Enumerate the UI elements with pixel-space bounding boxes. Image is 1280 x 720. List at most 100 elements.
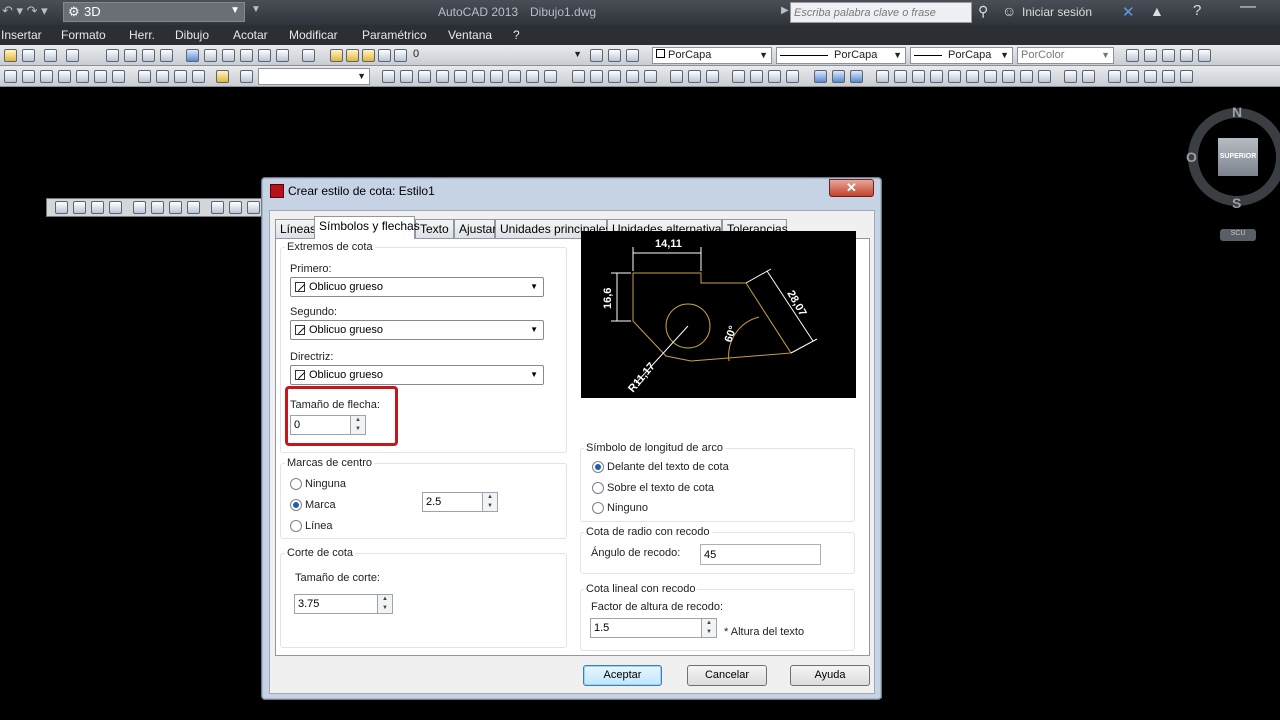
second-arrow-dropdown[interactable]: Oblicuo grueso ▼	[290, 320, 544, 340]
properties-icon[interactable]	[186, 49, 199, 62]
view-se-iso-icon[interactable]	[1002, 70, 1015, 83]
lock-icon[interactable]	[378, 49, 391, 62]
design-center-icon[interactable]	[204, 49, 217, 62]
leader-arrow-dropdown[interactable]: Oblicuo grueso ▼	[290, 365, 544, 385]
diameter-dim-icon[interactable]	[169, 201, 182, 214]
ordinate-dim-icon[interactable]	[109, 201, 122, 214]
region-icon[interactable]	[544, 70, 557, 83]
menu-modificar[interactable]: Modificar	[289, 28, 338, 42]
ellipse-icon[interactable]	[490, 70, 503, 83]
arc-above-radio[interactable]	[592, 482, 604, 494]
gradient-icon[interactable]	[526, 70, 539, 83]
aligned-dim-icon[interactable]	[73, 201, 86, 214]
baseline-dim-icon[interactable]	[229, 201, 242, 214]
visual-style-wireframe-icon[interactable]	[814, 70, 827, 83]
pan-icon[interactable]	[106, 49, 119, 62]
line-icon[interactable]	[382, 70, 395, 83]
first-arrow-dropdown[interactable]: Oblicuo grueso ▼	[290, 277, 544, 297]
array-icon[interactable]	[644, 70, 657, 83]
orbit-icon[interactable]	[732, 70, 745, 83]
menu-dibujo[interactable]: Dibujo	[175, 28, 209, 42]
offset-faces-icon[interactable]	[1162, 70, 1175, 83]
hatch-icon[interactable]	[508, 70, 521, 83]
compass-north[interactable]: N	[1232, 104, 1242, 120]
shell-icon[interactable]	[1180, 70, 1193, 83]
copy-icon[interactable]	[590, 70, 603, 83]
spin-arrows-icon[interactable]: ▲ ▼	[482, 492, 498, 512]
sweep-icon[interactable]	[174, 70, 187, 83]
cone-icon[interactable]	[58, 70, 71, 83]
exchange-icon[interactable]: ✕	[1122, 3, 1135, 21]
binoculars-icon[interactable]: ⚲	[978, 3, 988, 20]
menu-acotar[interactable]: Acotar	[233, 28, 268, 42]
mirror-icon[interactable]	[608, 70, 621, 83]
menu-parametrico[interactable]: Paramétrico	[362, 28, 427, 42]
menu-ventana[interactable]: Ventana	[448, 28, 492, 42]
radius-dim-icon[interactable]	[133, 201, 146, 214]
search-input[interactable]: Escriba palabra clave o frase	[790, 2, 972, 23]
tab-ajustar[interactable]: Ajustar	[454, 219, 496, 238]
quickcalc-icon[interactable]	[276, 49, 289, 62]
autodesk-360-icon[interactable]: ▲	[1150, 3, 1164, 19]
camera-icon[interactable]	[1180, 49, 1193, 62]
spin-arrows-icon[interactable]: ▲ ▼	[701, 618, 717, 638]
circle-icon[interactable]	[454, 70, 467, 83]
continue-dim-icon[interactable]	[247, 201, 260, 214]
move-icon[interactable]	[572, 70, 585, 83]
center-mark-radio[interactable]	[290, 499, 302, 511]
layer-properties-icon[interactable]	[330, 49, 343, 62]
arc-length-dim-icon[interactable]	[91, 201, 104, 214]
help-button[interactable]: Ayuda	[790, 665, 870, 686]
tab-lineas[interactable]: Líneas	[275, 219, 316, 238]
zoom-previous-icon[interactable]	[160, 49, 173, 62]
help-icon[interactable]: ?	[1193, 2, 1201, 19]
quick-access-menu-icon[interactable]: ▼	[251, 4, 261, 15]
arc-none-radio[interactable]	[592, 502, 604, 514]
layer-state-icon[interactable]	[626, 49, 639, 62]
plotstyle-dropdown[interactable]: PorColor ▼	[1017, 47, 1114, 64]
subtract-icon[interactable]	[688, 70, 701, 83]
tab-simbolos-flechas[interactable]: Símbolos y flechas	[314, 216, 420, 239]
view-back-icon[interactable]	[966, 70, 979, 83]
menu-herr[interactable]: Herr.	[129, 28, 155, 42]
linetype-dropdown[interactable]: PorCapa ▼	[776, 47, 906, 64]
ucs-icon[interactable]	[4, 70, 17, 83]
break-size-spinner[interactable]: 3.75 ▲ ▼	[294, 594, 393, 614]
zoom-window-icon[interactable]	[142, 49, 155, 62]
menu-help[interactable]: ?	[513, 28, 520, 42]
linear-dim-icon[interactable]	[55, 201, 68, 214]
view-right-icon[interactable]	[930, 70, 943, 83]
angular-dim-icon[interactable]	[187, 201, 200, 214]
workspace-selector[interactable]: ⚙ 3D ▼	[63, 2, 245, 22]
lightbulb-icon[interactable]	[346, 49, 359, 62]
tool-palettes-icon[interactable]	[222, 49, 235, 62]
walk-icon[interactable]	[786, 70, 799, 83]
view-ne-iso-icon[interactable]	[1020, 70, 1033, 83]
polygon-icon[interactable]	[418, 70, 431, 83]
free-orbit-icon[interactable]	[750, 70, 763, 83]
signin-link[interactable]: Iniciar sesión	[1022, 5, 1092, 19]
arc-icon[interactable]	[472, 70, 485, 83]
view-dropdown[interactable]: ▼	[258, 68, 370, 85]
tab-texto[interactable]: Texto	[415, 219, 454, 238]
ucs-world-icon[interactable]	[1064, 70, 1077, 83]
redo-tool-icon[interactable]	[66, 49, 79, 62]
user-icon[interactable]: ☺	[1002, 3, 1016, 19]
center-none-radio[interactable]	[290, 478, 302, 490]
layout-icon[interactable]	[1162, 49, 1175, 62]
center-mark-size-spinner[interactable]: 2.5 ▲ ▼	[422, 492, 498, 512]
extrude-icon[interactable]	[138, 70, 151, 83]
lineweight-dropdown[interactable]: PorCapa ▼	[910, 47, 1013, 64]
layer-dropdown[interactable]: 0 ▼	[410, 47, 585, 64]
jogged-dim-icon[interactable]	[151, 201, 164, 214]
view-top-icon[interactable]	[876, 70, 889, 83]
torus-icon[interactable]	[112, 70, 125, 83]
compass-west[interactable]: O	[1186, 149, 1197, 165]
render-icon[interactable]	[1198, 49, 1211, 62]
sheet-set-icon[interactable]	[240, 49, 253, 62]
match-properties-icon[interactable]	[4, 49, 17, 62]
sphere-icon[interactable]	[76, 70, 89, 83]
expand-icon[interactable]: ▶	[781, 5, 789, 16]
solid-edit-icon[interactable]	[1108, 70, 1121, 83]
intersect-icon[interactable]	[706, 70, 719, 83]
